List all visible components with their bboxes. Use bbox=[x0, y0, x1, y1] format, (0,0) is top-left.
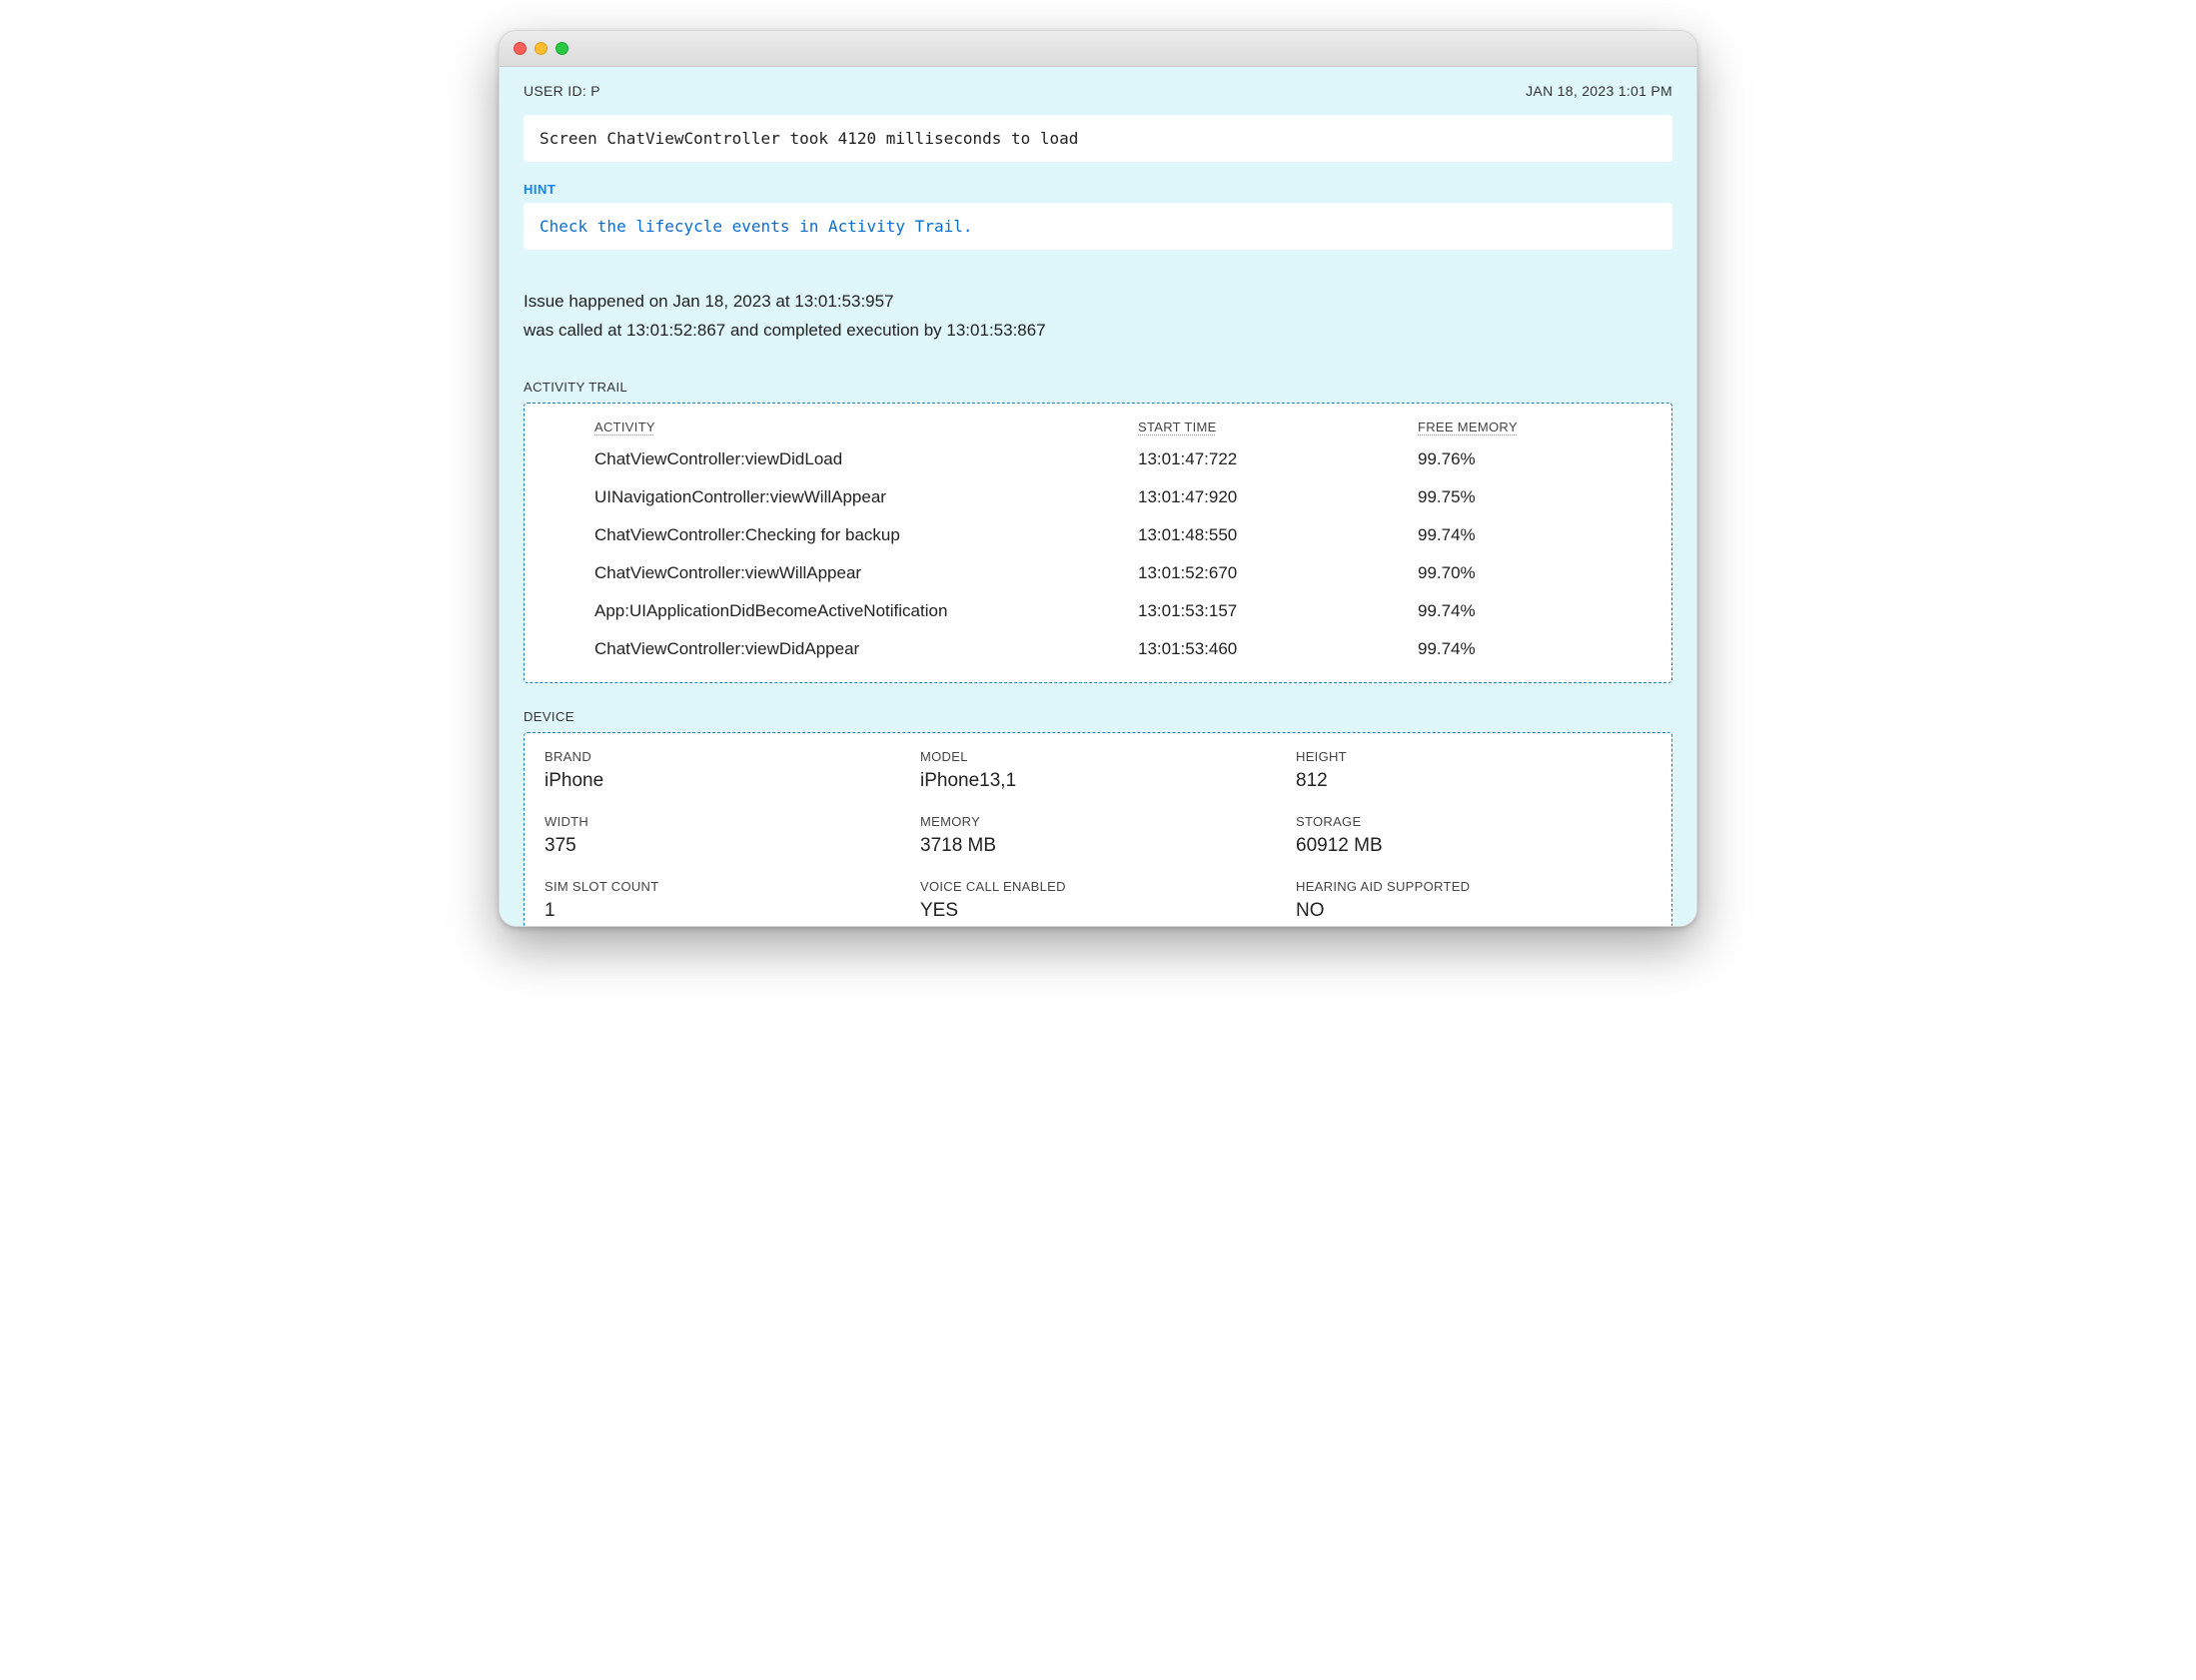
device-field-value: YES bbox=[920, 900, 1276, 922]
header-row: USER ID: P JAN 18, 2023 1:01 PM bbox=[500, 67, 1696, 109]
content-area: USER ID: P JAN 18, 2023 1:01 PM Screen C… bbox=[500, 67, 1696, 926]
device-field-value: 375 bbox=[545, 835, 900, 857]
table-row: ChatViewController:viewDidAppear13:01:53… bbox=[539, 630, 1657, 668]
device-field-value: NO bbox=[1296, 900, 1651, 922]
cell-start-time: 13:01:53:157 bbox=[1138, 601, 1418, 621]
device-field: WIDTH 375 bbox=[545, 814, 900, 857]
device-field-value: iPhone bbox=[545, 770, 900, 792]
narrative-line: Issue happened on Jan 18, 2023 at 13:01:… bbox=[524, 288, 1672, 317]
activity-trail-rows: ChatViewController:viewDidLoad13:01:47:7… bbox=[539, 440, 1657, 668]
maximize-icon[interactable] bbox=[555, 42, 568, 55]
col-activity: ACTIVITY bbox=[594, 420, 1138, 434]
device-field-label: SIM SLOT COUNT bbox=[545, 879, 900, 894]
cell-free-memory: 99.74% bbox=[1418, 639, 1657, 659]
device-field-label: BRAND bbox=[545, 749, 900, 764]
user-id-label: USER ID: P bbox=[524, 83, 600, 99]
cell-start-time: 13:01:47:722 bbox=[1138, 449, 1418, 469]
device-label: DEVICE bbox=[500, 683, 1696, 732]
table-row: ChatViewController:viewWillAppear13:01:5… bbox=[539, 554, 1657, 592]
header-timestamp: JAN 18, 2023 1:01 PM bbox=[1526, 83, 1672, 99]
cell-start-time: 13:01:53:460 bbox=[1138, 639, 1418, 659]
app-window: USER ID: P JAN 18, 2023 1:01 PM Screen C… bbox=[499, 30, 1697, 927]
cell-start-time: 13:01:52:670 bbox=[1138, 563, 1418, 583]
close-icon[interactable] bbox=[514, 42, 527, 55]
device-panel: BRAND iPhone MODEL iPhone13,1 HEIGHT 812 WIDTH… bbox=[524, 732, 1672, 926]
issue-narrative: Issue happened on Jan 18, 2023 at 13:01:… bbox=[500, 250, 1696, 354]
cell-free-memory: 99.74% bbox=[1418, 525, 1657, 545]
device-field-value: 60912 MB bbox=[1296, 835, 1651, 857]
device-grid: BRAND iPhone MODEL iPhone13,1 HEIGHT 812 WIDTH… bbox=[539, 743, 1657, 922]
device-field-label: STORAGE bbox=[1296, 814, 1651, 829]
activity-trail-header: ACTIVITY START TIME FREE MEMORY bbox=[539, 414, 1657, 440]
device-field: SIM SLOT COUNT 1 bbox=[545, 879, 900, 922]
activity-trail-panel: ACTIVITY START TIME FREE MEMORY ChatView… bbox=[524, 403, 1672, 683]
device-field-label: HEIGHT bbox=[1296, 749, 1651, 764]
cell-activity: ChatViewController:viewWillAppear bbox=[594, 563, 1138, 583]
cell-free-memory: 99.76% bbox=[1418, 449, 1657, 469]
table-row: ChatViewController:Checking for backup13… bbox=[539, 516, 1657, 554]
hint-text: Check the lifecycle events in Activity T… bbox=[524, 203, 1672, 250]
cell-start-time: 13:01:48:550 bbox=[1138, 525, 1418, 545]
minimize-icon[interactable] bbox=[535, 42, 548, 55]
cell-activity: ChatViewController:Checking for backup bbox=[594, 525, 1138, 545]
cell-activity: ChatViewController:viewDidAppear bbox=[594, 639, 1138, 659]
hint-label: HINT bbox=[500, 168, 1696, 203]
device-field-value: iPhone13,1 bbox=[920, 770, 1276, 792]
activity-trail-label: ACTIVITY TRAIL bbox=[500, 354, 1696, 403]
cell-free-memory: 99.75% bbox=[1418, 487, 1657, 507]
device-field: STORAGE 60912 MB bbox=[1296, 814, 1651, 857]
narrative-line: was called at 13:01:52:867 and completed… bbox=[524, 317, 1672, 346]
device-field-value: 812 bbox=[1296, 770, 1651, 792]
cell-free-memory: 99.74% bbox=[1418, 601, 1657, 621]
device-field-label: MEMORY bbox=[920, 814, 1276, 829]
device-field: HEIGHT 812 bbox=[1296, 749, 1651, 792]
device-field-label: HEARING AID SUPPORTED bbox=[1296, 879, 1651, 894]
cell-activity: App:UIApplicationDidBecomeActiveNotifica… bbox=[594, 601, 1138, 621]
table-row: App:UIApplicationDidBecomeActiveNotifica… bbox=[539, 592, 1657, 630]
table-row: UINavigationController:viewWillAppear13:… bbox=[539, 478, 1657, 516]
device-field-value: 3718 MB bbox=[920, 835, 1276, 857]
cell-activity: ChatViewController:viewDidLoad bbox=[594, 449, 1138, 469]
device-field: MEMORY 3718 MB bbox=[920, 814, 1276, 857]
cell-activity: UINavigationController:viewWillAppear bbox=[594, 487, 1138, 507]
table-row: ChatViewController:viewDidLoad13:01:47:7… bbox=[539, 440, 1657, 478]
device-field: VOICE CALL ENABLED YES bbox=[920, 879, 1276, 922]
device-field-label: VOICE CALL ENABLED bbox=[920, 879, 1276, 894]
col-free-memory: FREE MEMORY bbox=[1418, 420, 1657, 434]
device-field-label: MODEL bbox=[920, 749, 1276, 764]
issue-message: Screen ChatViewController took 4120 mill… bbox=[524, 115, 1672, 162]
cell-free-memory: 99.70% bbox=[1418, 563, 1657, 583]
device-field-label: WIDTH bbox=[545, 814, 900, 829]
device-field-value: 1 bbox=[545, 900, 900, 922]
col-start-time: START TIME bbox=[1138, 420, 1418, 434]
device-field: BRAND iPhone bbox=[545, 749, 900, 792]
titlebar bbox=[500, 31, 1696, 67]
cell-start-time: 13:01:47:920 bbox=[1138, 487, 1418, 507]
device-field: MODEL iPhone13,1 bbox=[920, 749, 1276, 792]
device-field: HEARING AID SUPPORTED NO bbox=[1296, 879, 1651, 922]
